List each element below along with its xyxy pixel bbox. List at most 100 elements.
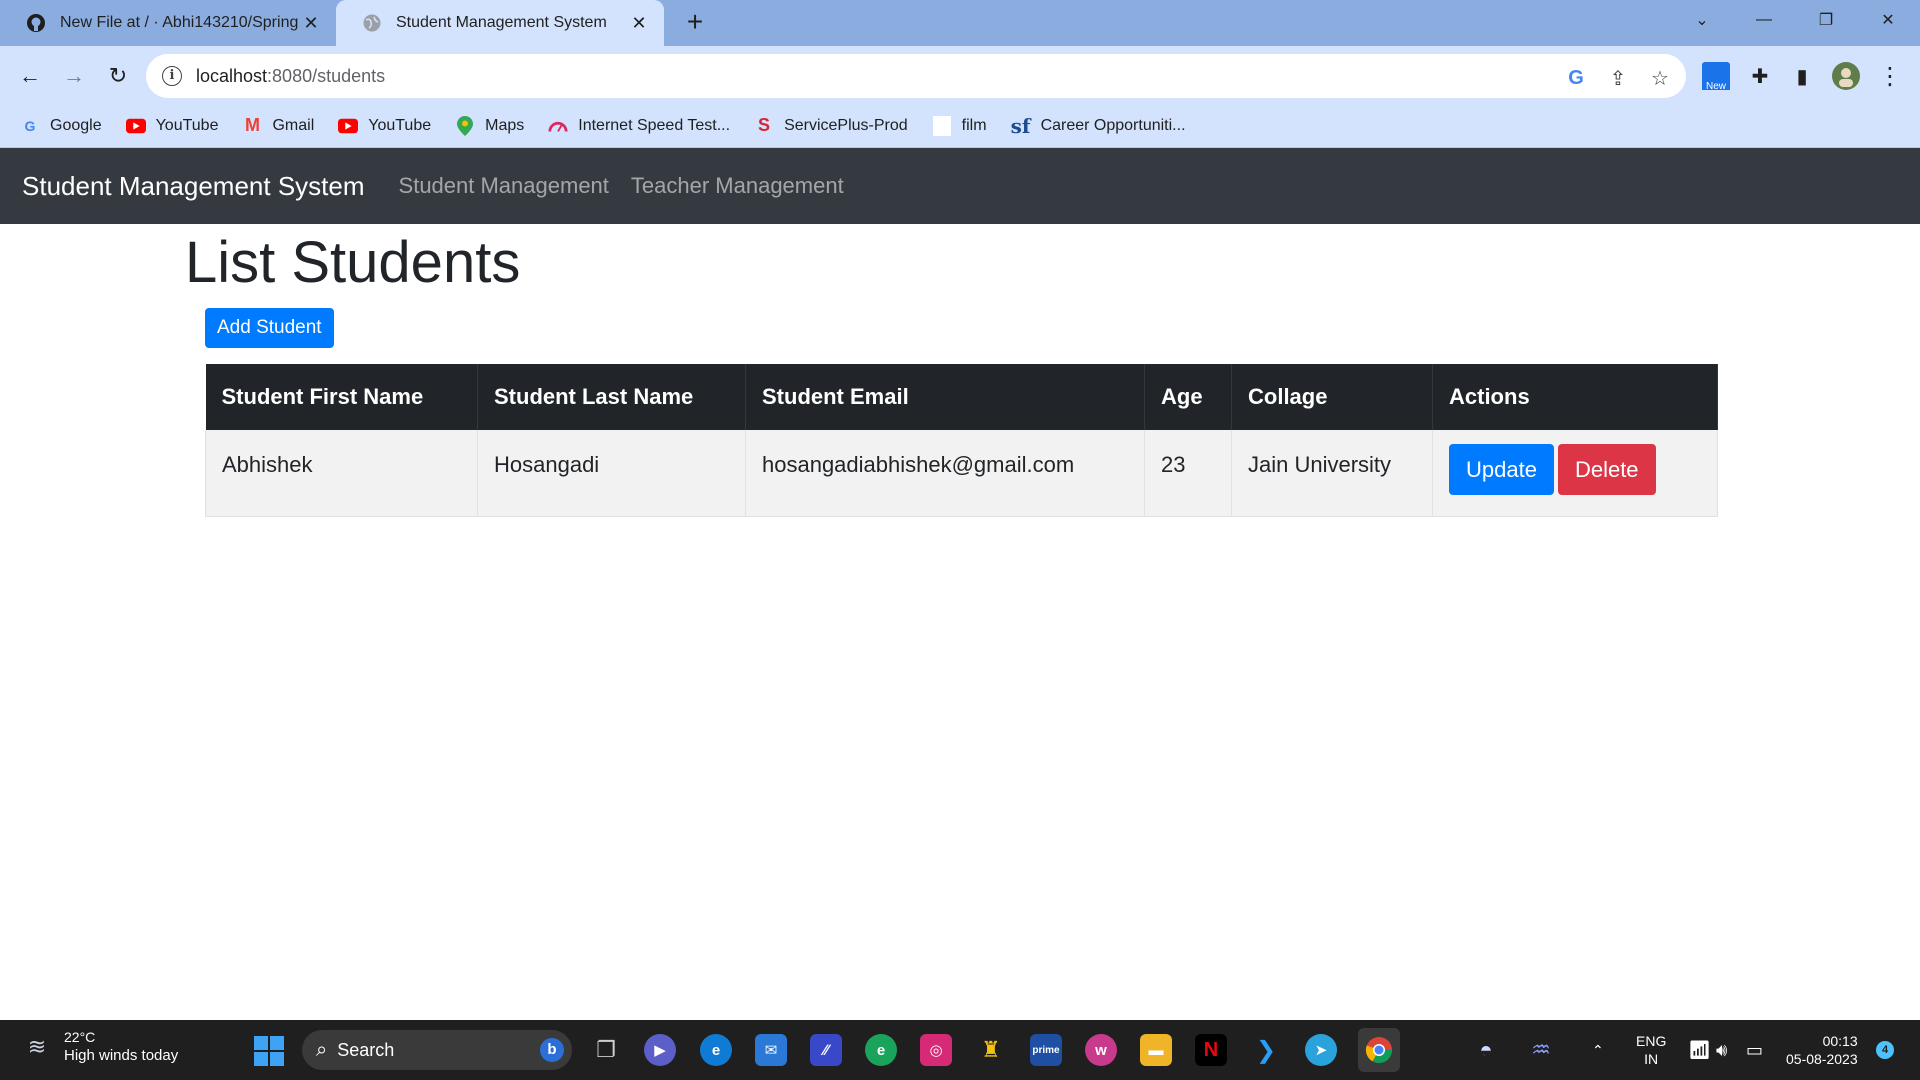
- header-last-name: Student Last Name: [477, 364, 746, 430]
- clock-time: 00:13: [1822, 1033, 1858, 1049]
- tab-title: Student Management System: [396, 14, 607, 31]
- back-arrow-icon[interactable]: ←: [14, 60, 46, 92]
- header-first-name: Student First Name: [205, 364, 478, 430]
- bookmark-film[interactable]: film: [932, 115, 987, 136]
- share-icon[interactable]: ⇪: [1606, 66, 1630, 90]
- header-actions: Actions: [1432, 364, 1718, 430]
- clock[interactable]: 00:13 05-08-2023: [1786, 1020, 1858, 1080]
- language-indicator[interactable]: ENG IN: [1636, 1020, 1666, 1080]
- battery-icon[interactable]: ▭: [1746, 1020, 1763, 1080]
- bookmark-label: ServicePlus-Prod: [784, 116, 908, 134]
- app-navbar: Student Management System Student Manage…: [0, 148, 1920, 224]
- volume-icon[interactable]: 🔊︎: [1716, 1020, 1727, 1080]
- header-collage: Collage: [1231, 364, 1433, 430]
- notification-badge: 4: [1876, 1041, 1894, 1059]
- chrome-menu-icon[interactable]: ⋮: [1874, 60, 1906, 92]
- netflix-icon[interactable]: N: [1195, 1034, 1227, 1066]
- bookmarks-bar: G Google YouTube M Gmail YouTube Maps In…: [0, 104, 1920, 148]
- instagram-icon[interactable]: ◎: [920, 1034, 952, 1066]
- extension-new-icon[interactable]: New: [1700, 60, 1732, 92]
- prime-video-icon[interactable]: prime: [1030, 1034, 1062, 1066]
- table-row: Abhishek Hosangadi hosangadiabhishek@gma…: [205, 430, 1718, 517]
- table-header-row: Student First Name Student Last Name Stu…: [205, 364, 1718, 430]
- globe-icon: [362, 13, 382, 33]
- nav-teacher-management[interactable]: Teacher Management: [631, 173, 844, 199]
- bookmark-star-icon[interactable]: ☆: [1648, 66, 1672, 90]
- bookmark-label: Internet Speed Test...: [578, 116, 731, 134]
- profile-avatar[interactable]: [1830, 60, 1862, 92]
- nav-student-management[interactable]: Student Management: [399, 173, 609, 199]
- notification-center[interactable]: 4: [1876, 1020, 1894, 1080]
- svg-text:New: New: [1706, 81, 1727, 92]
- tab-github[interactable]: New File at / · Abhi143210/Spring ✕: [0, 0, 336, 46]
- address-bar[interactable]: i localhost:8080/students G ⇪ ☆: [146, 54, 1686, 98]
- bookmark-google[interactable]: G Google: [20, 116, 102, 136]
- vscode-icon[interactable]: ❯: [1250, 1034, 1282, 1066]
- weather-desc: High winds today: [64, 1047, 179, 1064]
- bing-icon[interactable]: b: [540, 1038, 564, 1062]
- bookmark-serviceplus[interactable]: S ServicePlus-Prod: [754, 115, 908, 136]
- weather-widget[interactable]: ≋ 22°C High winds today: [22, 1028, 178, 1066]
- restore-icon[interactable]: ❐: [1796, 0, 1856, 40]
- tray-overflow-icon[interactable]: ⌃: [1592, 1020, 1604, 1080]
- forward-arrow-icon[interactable]: →: [58, 60, 90, 92]
- site-info-icon[interactable]: i: [162, 66, 182, 86]
- students-table: Student First Name Student Last Name Stu…: [205, 364, 1718, 517]
- bookmark-gmail[interactable]: M Gmail: [242, 115, 315, 136]
- header-age: Age: [1144, 364, 1232, 430]
- search-label: Search: [337, 1039, 395, 1060]
- bookmark-maps[interactable]: Maps: [455, 115, 524, 136]
- extensions-puzzle-icon[interactable]: ✚: [1744, 60, 1776, 92]
- bookmark-label: film: [961, 116, 987, 134]
- bookmark-career[interactable]: sf Career Opportuniti...: [1011, 114, 1186, 138]
- update-button[interactable]: Update: [1449, 444, 1554, 495]
- tab-student-management[interactable]: Student Management System ✕: [336, 0, 664, 46]
- speedtest-icon: [548, 116, 568, 136]
- windows-start-icon[interactable]: [254, 1036, 284, 1066]
- edge-icon[interactable]: e: [700, 1034, 732, 1066]
- side-panel-icon[interactable]: ▮: [1786, 60, 1818, 92]
- gmail-icon: M: [244, 115, 260, 135]
- minimize-icon[interactable]: —: [1734, 0, 1794, 40]
- maths-app-icon[interactable]: ∕∕: [810, 1034, 842, 1066]
- cell-email: hosangadiabhishek@gmail.com: [745, 430, 1145, 517]
- reload-icon[interactable]: ↻: [102, 60, 134, 92]
- bookmark-youtube-2[interactable]: YouTube: [338, 116, 431, 136]
- bookmark-speedtest[interactable]: Internet Speed Test...: [548, 116, 730, 136]
- delete-button[interactable]: Delete: [1557, 444, 1656, 495]
- cell-first-name: Abhishek: [205, 430, 478, 517]
- blank-page-icon: [932, 115, 952, 136]
- page-title: List Students: [185, 230, 521, 295]
- navbar-brand[interactable]: Student Management System: [22, 171, 365, 202]
- wifi-icon[interactable]: 📶︎: [1688, 1020, 1711, 1080]
- edge-beta-icon[interactable]: e: [865, 1034, 897, 1066]
- wps-office-icon[interactable]: w: [1085, 1034, 1117, 1066]
- game-app-icon[interactable]: ♜: [975, 1034, 1007, 1066]
- tab-title: New File at / · Abhi143210/Spring: [60, 14, 299, 31]
- lang-region: IN: [1644, 1051, 1659, 1067]
- windows-taskbar: ≋ 22°C High winds today ⌕ Search b ❐ ▶ e…: [0, 1020, 1920, 1080]
- mysql-dolphin-icon[interactable]: ♒: [1525, 1034, 1557, 1066]
- mail-icon[interactable]: ✉: [755, 1034, 787, 1066]
- close-tab-icon[interactable]: ✕: [300, 12, 322, 34]
- chrome-taskbar-icon[interactable]: [1358, 1028, 1400, 1072]
- tab-search-chevron-icon[interactable]: ⌄: [1672, 0, 1732, 40]
- telegram-icon[interactable]: ➤: [1305, 1034, 1337, 1066]
- eclipse-icon[interactable]: ◓: [1470, 1034, 1502, 1066]
- taskbar-search[interactable]: ⌕ Search b: [302, 1030, 572, 1070]
- cell-collage: Jain University: [1231, 430, 1433, 517]
- google-lens-icon[interactable]: G: [1564, 66, 1588, 90]
- add-student-button[interactable]: Add Student: [205, 308, 334, 348]
- new-tab-button[interactable]: +: [680, 8, 710, 38]
- bookmark-label: Gmail: [272, 116, 315, 134]
- teams-chat-icon[interactable]: ▶: [644, 1034, 676, 1066]
- header-email: Student Email: [745, 364, 1145, 430]
- url-text[interactable]: localhost:8080/students: [196, 66, 385, 87]
- bookmark-youtube[interactable]: YouTube: [125, 116, 218, 136]
- google-icon: G: [24, 117, 36, 134]
- file-explorer-icon[interactable]: ▬: [1140, 1034, 1172, 1066]
- close-window-icon[interactable]: ✕: [1858, 0, 1918, 40]
- youtube-icon: [125, 116, 146, 136]
- close-tab-icon[interactable]: ✕: [628, 12, 650, 34]
- task-view-icon[interactable]: ❐: [590, 1034, 622, 1066]
